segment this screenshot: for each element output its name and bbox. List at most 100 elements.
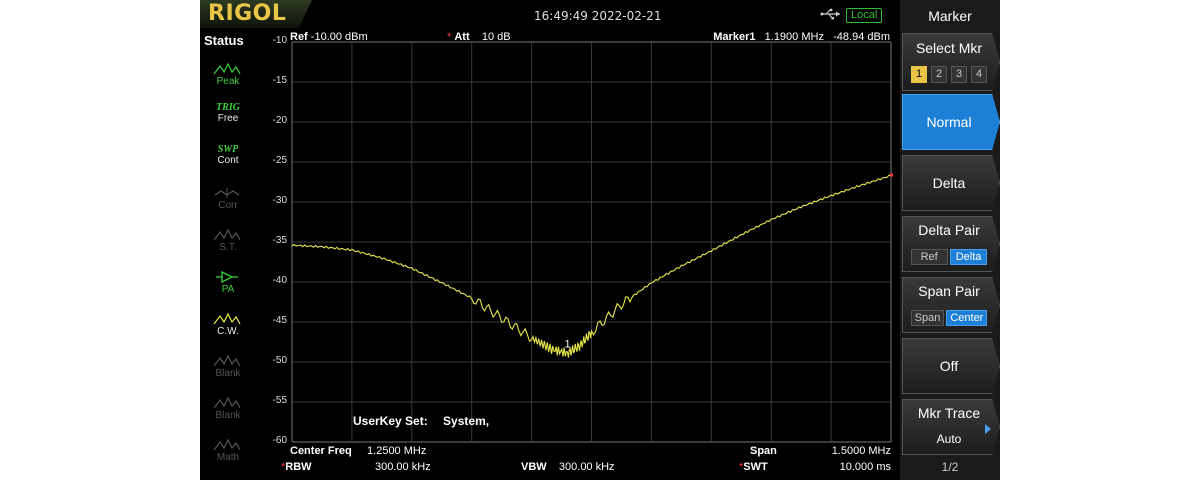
status-blank-1[interactable]: Blank xyxy=(212,354,244,379)
off-label: Off xyxy=(939,358,959,374)
y-tick-label: -35 xyxy=(272,235,287,246)
span-pair-label: Span Pair xyxy=(918,283,980,299)
status-trig[interactable]: TRIG Free xyxy=(212,102,244,124)
rbw-label: RBW xyxy=(285,461,312,473)
center-freq-label: Center Freq xyxy=(290,445,352,457)
blank-icon xyxy=(213,396,241,409)
status-trig-label: Free xyxy=(217,113,239,124)
math-icon xyxy=(213,438,241,451)
marker-4-option[interactable]: 4 xyxy=(971,66,987,83)
blank-icon xyxy=(213,354,241,367)
swt-value: 10.000 ms xyxy=(839,461,891,473)
span-pair-selector: Span Center xyxy=(903,308,995,326)
y-tick-label: -60 xyxy=(272,435,287,446)
off-button[interactable]: Off xyxy=(902,338,1000,394)
status-sweep-label: Cont xyxy=(217,155,239,166)
status-math-label: Math xyxy=(216,452,240,463)
spectrum-graph: Ref -10.00 dBm * Att 10 dB Marker1 1.190… xyxy=(257,30,900,480)
status-blank-1-label: Blank xyxy=(215,368,241,379)
span-pair-button[interactable]: Span Pair Span Center xyxy=(902,277,1000,333)
userkey-label: UserKey Set: xyxy=(353,414,428,428)
userkey-info: UserKey Set: System, xyxy=(353,414,489,428)
rbw-value: 300.00 kHz xyxy=(375,461,431,473)
vbw-value: 300.00 kHz xyxy=(558,461,615,473)
expand-arrow-icon xyxy=(985,424,991,434)
status-panel: Status Peak TRIG Free SWP Cont Corr S.T.… xyxy=(200,30,257,480)
swt-label: SWT xyxy=(743,461,768,473)
span-pair-center-option[interactable]: Center xyxy=(946,310,988,326)
trace-plot: 1 xyxy=(291,41,893,443)
span-label: Span xyxy=(750,445,777,457)
local-status-badge: Local xyxy=(846,8,883,23)
status-title: Status xyxy=(204,33,244,48)
span: Span xyxy=(750,445,777,457)
swp-tag: SWP xyxy=(217,144,239,155)
marker-number-selector: 1234 xyxy=(903,64,995,83)
marker-1-label[interactable]: 1 xyxy=(565,339,571,351)
y-tick-label: -45 xyxy=(272,315,287,326)
y-tick-label: -25 xyxy=(272,155,287,166)
status-math[interactable]: Math xyxy=(212,438,244,463)
status-st-label: S.T. xyxy=(219,242,237,253)
y-tick-label: -30 xyxy=(272,195,287,206)
center-freq: Center Freq 1.2500 MHz xyxy=(290,445,426,457)
vbw: VBW 300.00 kHz xyxy=(521,461,615,473)
y-tick-label: -15 xyxy=(272,75,287,86)
status-pa-label: PA xyxy=(221,284,235,295)
status-blank-2[interactable]: Blank xyxy=(212,396,244,421)
menu-title: Marker xyxy=(928,8,972,24)
select-marker-label: Select Mkr xyxy=(915,40,983,56)
brand-logo: RIGOL xyxy=(200,0,312,28)
status-corr-label: Corr xyxy=(218,200,238,211)
softkey-menu: Marker Select Mkr 1234 Normal Delta Delt… xyxy=(900,0,1000,480)
cw-icon xyxy=(213,312,241,325)
y-tick-label: -55 xyxy=(272,395,287,406)
analyzer-screen: RIGOL 16:49:49 2022-02-21 Local Status P… xyxy=(200,0,1000,480)
marker-3-option[interactable]: 3 xyxy=(951,66,967,83)
mkr-trace-label: Mkr Trace xyxy=(917,405,981,421)
y-tick-label: -50 xyxy=(272,355,287,366)
source-tracking-icon xyxy=(213,228,241,241)
status-pa[interactable]: PA xyxy=(212,270,244,295)
delta-pair-delta-option[interactable]: Delta xyxy=(949,249,988,265)
delta-pair-selector: Ref Delta xyxy=(903,247,995,265)
top-bar: RIGOL 16:49:49 2022-02-21 Local xyxy=(200,0,900,30)
status-peak[interactable]: Peak xyxy=(212,62,244,87)
correction-icon xyxy=(214,188,240,198)
status-st[interactable]: S.T. xyxy=(212,228,244,253)
trace-end-dot xyxy=(890,173,893,177)
y-tick-label: -20 xyxy=(272,115,287,126)
span-value: 1.5000 MHz xyxy=(831,445,891,457)
rbw: *RBW xyxy=(281,461,312,473)
y-tick-label: -10 xyxy=(272,35,287,46)
status-sweep[interactable]: SWP Cont xyxy=(212,144,244,166)
delta-pair-button[interactable]: Delta Pair Ref Delta xyxy=(902,216,1000,272)
marker-1-option[interactable]: 1 xyxy=(911,66,927,83)
span-pair-span-option[interactable]: Span xyxy=(910,310,945,326)
delta-pair-ref-option[interactable]: Ref xyxy=(910,249,948,265)
status-cw[interactable]: C.W. xyxy=(212,312,244,337)
marker-2-option[interactable]: 2 xyxy=(931,66,947,83)
select-marker-button[interactable]: Select Mkr 1234 xyxy=(902,33,1000,91)
preamp-icon xyxy=(216,270,238,284)
normal-button[interactable]: Normal xyxy=(902,94,1000,150)
menu-page-indicator[interactable]: 1/2 xyxy=(900,460,1000,474)
peak-icon xyxy=(213,62,241,75)
userkey-value: System, xyxy=(443,414,490,428)
mkr-trace-value: Auto xyxy=(936,432,962,446)
usb-icon xyxy=(820,8,840,20)
date-time: 16:49:49 2022-02-21 xyxy=(534,9,662,23)
delta-button[interactable]: Delta xyxy=(902,155,1000,211)
delta-label: Delta xyxy=(932,175,966,191)
brand-text: RIGOL xyxy=(208,1,287,26)
status-cw-label: C.W. xyxy=(217,326,239,337)
status-peak-label: Peak xyxy=(216,76,240,87)
mkr-trace-button[interactable]: Mkr Trace Auto xyxy=(902,399,1000,455)
swt: *SWT xyxy=(739,461,768,473)
status-corr[interactable]: Corr xyxy=(212,186,244,211)
trig-tag: TRIG xyxy=(216,102,240,113)
center-freq-value: 1.2500 MHz xyxy=(367,445,427,457)
status-blank-2-label: Blank xyxy=(215,410,241,421)
y-tick-label: -40 xyxy=(272,275,287,286)
delta-pair-label: Delta Pair xyxy=(918,222,980,238)
